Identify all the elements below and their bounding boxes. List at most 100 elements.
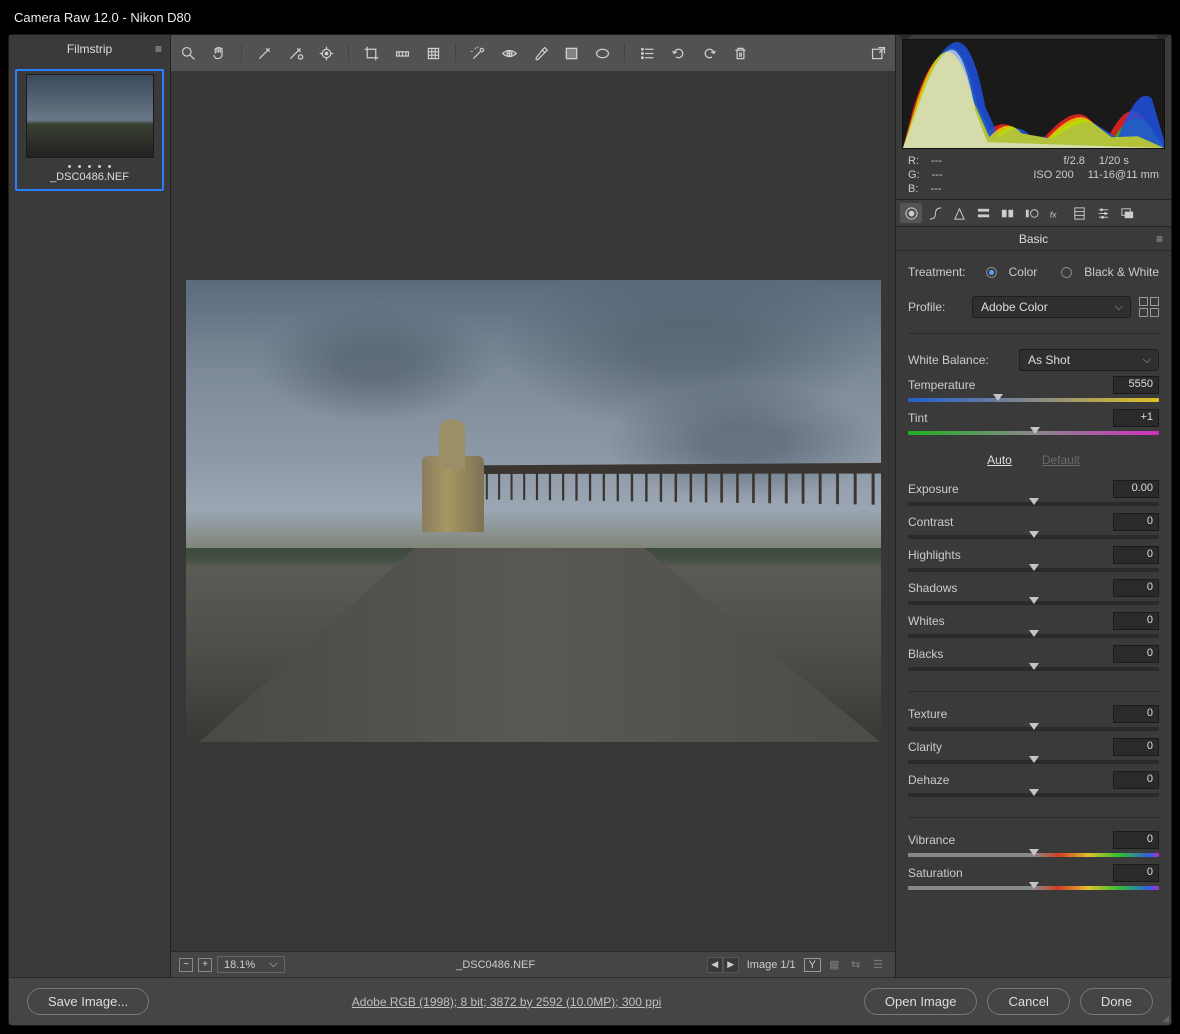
- resize-grip-icon[interactable]: ◢: [1162, 1013, 1169, 1024]
- red-eye-tool-icon[interactable]: [500, 44, 518, 62]
- slider-blacks-thumb[interactable]: [1029, 663, 1039, 675]
- straighten-tool-icon[interactable]: [393, 44, 411, 62]
- slider-exposure-value[interactable]: 0.00: [1113, 480, 1159, 498]
- zoom-tool-icon[interactable]: [179, 44, 197, 62]
- tab-snapshots[interactable]: [1116, 203, 1138, 223]
- hand-tool-icon[interactable]: [210, 44, 228, 62]
- slider-shadows-track[interactable]: [908, 601, 1159, 605]
- slider-saturation-track[interactable]: [908, 886, 1159, 890]
- stack-icon[interactable]: ▦: [829, 958, 843, 971]
- slider-texture-thumb[interactable]: [1029, 723, 1039, 735]
- spot-removal-tool-icon[interactable]: [469, 44, 487, 62]
- open-image-button[interactable]: Open Image: [864, 988, 978, 1015]
- slider-dehaze-thumb[interactable]: [1029, 789, 1039, 801]
- slider-texture-track[interactable]: [908, 727, 1159, 731]
- next-image-button[interactable]: ▶: [723, 957, 739, 973]
- tab-effects[interactable]: fx: [1044, 203, 1066, 223]
- thumbnail-image: [26, 74, 154, 158]
- slider-vibrance-track[interactable]: [908, 853, 1159, 857]
- treatment-color-radio[interactable]: [986, 267, 997, 278]
- color-sampler-tool-icon[interactable]: [286, 44, 304, 62]
- tab-curve[interactable]: [924, 203, 946, 223]
- done-button[interactable]: Done: [1080, 988, 1153, 1015]
- treatment-bw-radio[interactable]: [1061, 267, 1072, 278]
- slider-whites-value[interactable]: 0: [1113, 612, 1159, 630]
- panel-menu-icon[interactable]: ≡: [1156, 232, 1163, 246]
- cancel-button[interactable]: Cancel: [987, 988, 1069, 1015]
- tab-detail[interactable]: [948, 203, 970, 223]
- zoom-out-button[interactable]: −: [179, 958, 193, 972]
- sliders-icon[interactable]: ☰: [873, 958, 887, 971]
- tab-lens[interactable]: [1020, 203, 1042, 223]
- slider-clarity-track[interactable]: [908, 760, 1159, 764]
- slider-contrast-value[interactable]: 0: [1113, 513, 1159, 531]
- treatment-color-label[interactable]: Color: [1009, 265, 1038, 279]
- tab-hsl[interactable]: [972, 203, 994, 223]
- profile-browser-icon[interactable]: [1139, 297, 1159, 317]
- slider-exposure-thumb[interactable]: [1029, 498, 1039, 510]
- open-copy-icon[interactable]: [869, 44, 887, 62]
- rotate-cw-icon[interactable]: [700, 44, 718, 62]
- slider-contrast-track[interactable]: [908, 535, 1159, 539]
- slider-saturation-thumb[interactable]: [1029, 882, 1039, 894]
- slider-blacks-track[interactable]: [908, 667, 1159, 671]
- slider-blacks-value[interactable]: 0: [1113, 645, 1159, 663]
- adjustment-brush-tool-icon[interactable]: [531, 44, 549, 62]
- slider-saturation-value[interactable]: 0: [1113, 864, 1159, 882]
- slider-highlights: Highlights 0: [908, 546, 1159, 572]
- slider-dehaze-value[interactable]: 0: [1113, 771, 1159, 789]
- slider-temperature-track[interactable]: [908, 398, 1159, 402]
- crop-tool-icon[interactable]: [362, 44, 380, 62]
- r-label: R:: [908, 155, 919, 167]
- slider-tint-thumb[interactable]: [1030, 427, 1040, 439]
- swap-icon[interactable]: ⇆: [851, 958, 865, 971]
- slider-clarity-value[interactable]: 0: [1113, 738, 1159, 756]
- slider-tint-value[interactable]: +1: [1113, 409, 1159, 427]
- delete-icon[interactable]: [731, 44, 749, 62]
- auto-link[interactable]: Auto: [987, 453, 1012, 467]
- zoom-in-button[interactable]: +: [198, 958, 212, 972]
- slider-highlights-value[interactable]: 0: [1113, 546, 1159, 564]
- tab-presets[interactable]: [1092, 203, 1114, 223]
- slider-whites-track[interactable]: [908, 634, 1159, 638]
- tab-calibration[interactable]: [1068, 203, 1090, 223]
- rotate-ccw-icon[interactable]: [669, 44, 687, 62]
- histogram[interactable]: [902, 39, 1165, 149]
- profile-select[interactable]: Adobe Color: [972, 296, 1131, 318]
- slider-exposure-track[interactable]: [908, 502, 1159, 506]
- slider-vibrance-value[interactable]: 0: [1113, 831, 1159, 849]
- graduated-filter-tool-icon[interactable]: [562, 44, 580, 62]
- slider-vibrance-thumb[interactable]: [1029, 849, 1039, 861]
- workflow-options-link[interactable]: Adobe RGB (1998); 8 bit; 3872 by 2592 (1…: [352, 995, 662, 1009]
- slider-contrast-thumb[interactable]: [1029, 531, 1039, 543]
- slider-highlights-thumb[interactable]: [1029, 564, 1039, 576]
- slider-temperature-thumb[interactable]: [993, 394, 1003, 406]
- slider-temperature-value[interactable]: 5550: [1113, 376, 1159, 394]
- b-value: ---: [930, 183, 941, 195]
- slider-shadows-thumb[interactable]: [1029, 597, 1039, 609]
- slider-clarity-thumb[interactable]: [1029, 756, 1039, 768]
- before-after-button[interactable]: Y: [804, 958, 821, 972]
- transform-tool-icon[interactable]: [424, 44, 442, 62]
- filmstrip-menu-icon[interactable]: ≡: [155, 42, 162, 56]
- preview-area[interactable]: [171, 71, 895, 951]
- slider-highlights-track[interactable]: [908, 568, 1159, 572]
- tab-basic[interactable]: [900, 203, 922, 223]
- slider-dehaze-track[interactable]: [908, 793, 1159, 797]
- white-balance-tool-icon[interactable]: [255, 44, 273, 62]
- slider-texture-value[interactable]: 0: [1113, 705, 1159, 723]
- zoom-level-dropdown[interactable]: 18.1% ⌵: [217, 956, 285, 973]
- treatment-bw-label[interactable]: Black & White: [1084, 265, 1159, 279]
- thumbnail-selected[interactable]: _DSC0486.NEF: [15, 69, 164, 191]
- slider-tint-track[interactable]: [908, 431, 1159, 435]
- slider-whites-thumb[interactable]: [1029, 630, 1039, 642]
- preferences-list-icon[interactable]: [638, 44, 656, 62]
- white-balance-select[interactable]: As Shot: [1019, 349, 1159, 371]
- prev-image-button[interactable]: ◀: [707, 957, 723, 973]
- thumbnail-rating-dots[interactable]: [68, 165, 111, 168]
- save-image-button[interactable]: Save Image...: [27, 988, 149, 1015]
- tab-split[interactable]: [996, 203, 1018, 223]
- targeted-adjustment-tool-icon[interactable]: [317, 44, 335, 62]
- slider-shadows-value[interactable]: 0: [1113, 579, 1159, 597]
- radial-filter-tool-icon[interactable]: [593, 44, 611, 62]
